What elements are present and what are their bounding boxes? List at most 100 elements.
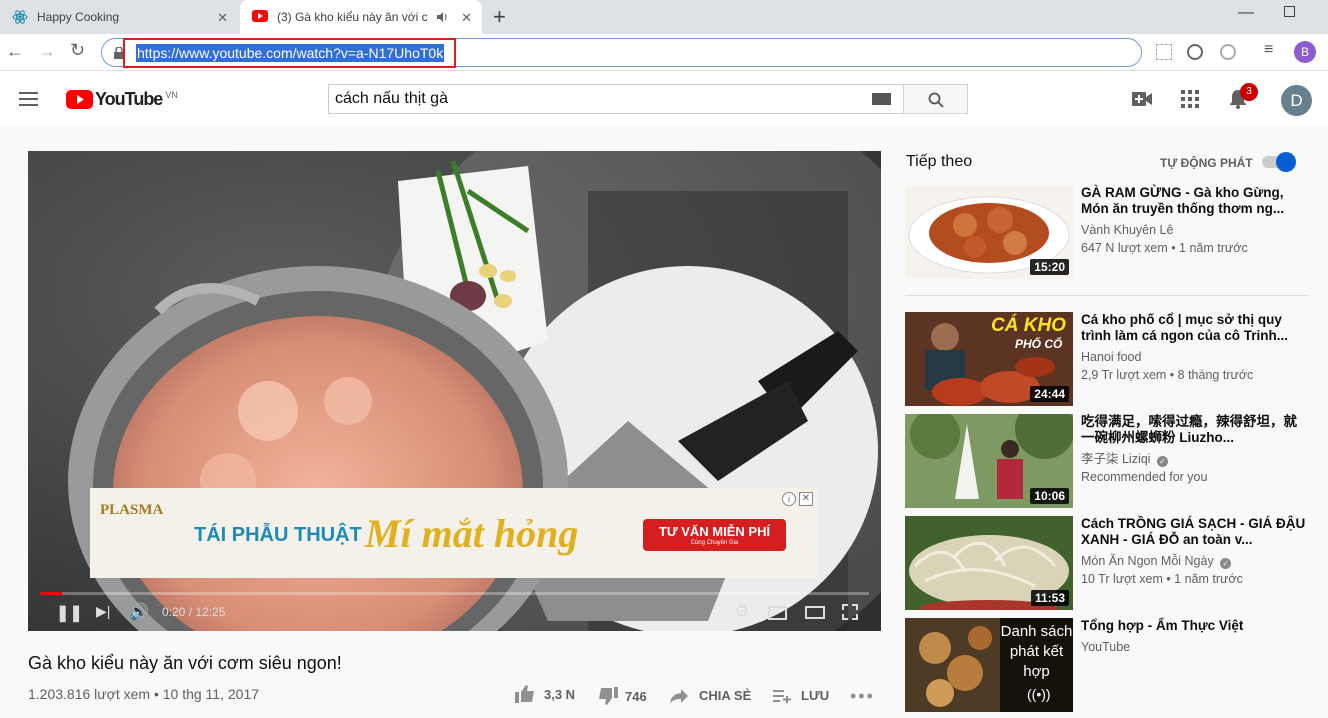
video-thumbnail[interactable]: Danh sách phát kết hợp ((•)) bbox=[905, 618, 1073, 712]
video-duration: 24:44 bbox=[1030, 386, 1069, 402]
search-icon bbox=[928, 92, 944, 108]
verified-badge-icon: ✓ bbox=[1220, 558, 1232, 569]
youtube-favicon-icon bbox=[252, 10, 268, 22]
region-label: VN bbox=[165, 89, 178, 100]
video-stats: 1.203.816 lượt xem • 10 thg 11, 2017 bbox=[28, 686, 260, 702]
audio-playing-icon[interactable] bbox=[436, 11, 448, 23]
add-to-playlist-icon bbox=[773, 689, 791, 703]
more-actions-icon[interactable]: ••• bbox=[850, 686, 875, 707]
share-icon bbox=[670, 688, 688, 703]
recommended-video-1[interactable]: 15:20 GÀ RAM GỪNG - Gà kho Gừng, Món ăn … bbox=[905, 185, 1310, 279]
video-thumbnail[interactable]: 10:06 bbox=[905, 414, 1073, 508]
fullscreen-icon[interactable] bbox=[842, 604, 858, 620]
share-button[interactable]: CHIA SẺ bbox=[670, 688, 751, 703]
logo-text: YouTube bbox=[95, 89, 163, 109]
ad-cta-button[interactable]: TƯ VẤN MIỄN PHÍ Cùng Chuyên Gia bbox=[643, 519, 786, 551]
channel-row: Món Ăn Ngon Mỗi Ngày ✓ bbox=[1081, 552, 1306, 570]
restore-button[interactable] bbox=[1284, 6, 1295, 17]
autoplay-label: TỰ ĐỘNG PHÁT bbox=[1160, 156, 1253, 170]
menu-icon[interactable] bbox=[19, 92, 38, 106]
video-info: Tổng hợp - Ẩm Thực Việt YouTube bbox=[1081, 618, 1306, 656]
recommended-video-2[interactable]: CÁ KHO PHỐ CỔ 24:44 Cá kho phố cổ | mục … bbox=[905, 312, 1310, 406]
dislike-button[interactable]: 746 bbox=[598, 687, 647, 705]
mix-radio-icon: ((•)) bbox=[1027, 686, 1051, 702]
timer-icon[interactable] bbox=[1220, 44, 1236, 60]
theater-mode-icon[interactable] bbox=[805, 606, 825, 619]
reload-button[interactable]: ↻ bbox=[70, 40, 85, 61]
save-button[interactable]: LƯU bbox=[773, 688, 829, 703]
autoplay-toggle[interactable] bbox=[1262, 152, 1296, 172]
ad-info-icon[interactable]: i bbox=[782, 492, 796, 506]
ad-close-icon[interactable]: ✕ bbox=[799, 492, 813, 506]
profile-avatar[interactable]: B bbox=[1294, 41, 1316, 63]
keyboard-icon[interactable] bbox=[872, 93, 891, 105]
channel-name: YouTube bbox=[1081, 640, 1131, 654]
share-label: CHIA SẺ bbox=[699, 688, 752, 703]
ad-script-text: Mí mắt hỏng bbox=[365, 511, 579, 556]
close-tab-icon[interactable]: ✕ bbox=[461, 10, 472, 26]
dislike-count: 746 bbox=[625, 688, 647, 704]
progress-fill bbox=[40, 592, 63, 595]
channel-name: Hanoi food bbox=[1081, 350, 1142, 364]
tab-youtube[interactable]: (3) Gà kho kiểu này ăn với cơm ✕ bbox=[240, 0, 482, 34]
search-button[interactable] bbox=[903, 84, 968, 114]
next-icon[interactable]: ▶| bbox=[96, 603, 110, 620]
youtube-logo[interactable]: YouTube VN bbox=[66, 89, 178, 110]
create-video-icon[interactable] bbox=[1132, 92, 1152, 106]
tab-happy-cooking[interactable]: Happy Cooking ✕ bbox=[0, 0, 238, 34]
recommended-video-4[interactable]: 11:53 Cách TRỒNG GIÁ SẠCH - GIÁ ĐẬU XANH… bbox=[905, 516, 1310, 610]
verified-badge-icon: ✓ bbox=[1156, 456, 1168, 467]
notification-count-badge: 3 bbox=[1240, 83, 1258, 101]
ad-banner[interactable]: PLASMA TÁI PHẪU THUẬT Mí mắt hỏng TƯ VẤN… bbox=[90, 488, 818, 578]
video-thumbnail[interactable]: 15:20 bbox=[905, 185, 1073, 279]
ad-cta-sub: Cùng Chuyên Gia bbox=[690, 540, 739, 546]
save-label: LƯU bbox=[801, 688, 830, 703]
video-info: 吃得满足，嗦得过瘾，辣得舒坦，就一碗柳州螺蛳粉 Liuzho... 李子柒 Li… bbox=[1081, 414, 1306, 486]
forward-button[interactable]: → bbox=[38, 41, 56, 62]
video-thumbnail[interactable]: CÁ KHO PHỐ CỔ 24:44 bbox=[905, 312, 1073, 406]
playlist-label: Danh sách phát kết hợp bbox=[1000, 623, 1073, 680]
ad-cta-label: TƯ VẤN MIỄN PHÍ bbox=[658, 524, 771, 539]
tab-title: Happy Cooking bbox=[37, 10, 120, 24]
ad-brand: PLASMA bbox=[100, 502, 164, 518]
extension-icon[interactable] bbox=[1156, 44, 1172, 60]
like-button[interactable]: 3,3 N bbox=[515, 685, 575, 703]
video-meta: 647 N lượt xem • 1 năm trước bbox=[1081, 241, 1248, 255]
settings-gear-icon[interactable]: ⚙ bbox=[734, 602, 749, 622]
media-queue-icon[interactable]: ≡ bbox=[1264, 41, 1273, 59]
video-info: Cách TRỒNG GIÁ SẠCH - GIÁ ĐẬU XANH - GIÁ… bbox=[1081, 516, 1306, 588]
video-meta: 10 Tr lượt xem • 1 năm trước bbox=[1081, 572, 1243, 586]
video-thumbnail[interactable]: 11:53 bbox=[905, 516, 1073, 610]
minimize-button[interactable]: — bbox=[1238, 4, 1254, 22]
thumbnail-subtext: PHỐ CỔ bbox=[1015, 337, 1063, 351]
new-tab-button[interactable]: + bbox=[493, 4, 506, 30]
apps-grid-icon[interactable] bbox=[1181, 90, 1199, 108]
playlist-title: Tổng hợp - Ẩm Thực Việt bbox=[1081, 618, 1244, 633]
channel-row: 李子柒 Liziqi ✓ bbox=[1081, 450, 1306, 468]
miniplayer-icon[interactable] bbox=[768, 606, 787, 620]
account-avatar[interactable]: D bbox=[1281, 85, 1312, 116]
recommended-video-3[interactable]: 10:06 吃得满足，嗦得过瘾，辣得舒坦，就一碗柳州螺蛳粉 Liuzho... … bbox=[905, 414, 1310, 508]
volume-icon[interactable]: 🔊 bbox=[129, 602, 149, 622]
recommended-mix-playlist[interactable]: Danh sách phát kết hợp ((•)) Tổng hợp - … bbox=[905, 618, 1310, 712]
youtube-logo-icon bbox=[66, 90, 93, 109]
back-button[interactable]: ← bbox=[6, 41, 24, 62]
video-duration: 10:06 bbox=[1030, 488, 1069, 504]
like-count: 3,3 N bbox=[544, 686, 576, 702]
video-title: Gà kho kiểu này ăn với cơm siêu ngon! bbox=[28, 653, 342, 673]
headphones-icon[interactable] bbox=[1187, 44, 1203, 60]
pause-icon[interactable]: ❚❚ bbox=[56, 603, 83, 623]
video-duration: 15:20 bbox=[1030, 259, 1069, 275]
progress-bar[interactable] bbox=[40, 592, 869, 595]
close-tab-icon[interactable]: ✕ bbox=[217, 10, 228, 26]
video-player[interactable]: PLASMA TÁI PHẪU THUẬT Mí mắt hỏng TƯ VẤN… bbox=[28, 151, 881, 631]
video-title: Cách TRỒNG GIÁ SẠCH - GIÁ ĐẬU XANH - GIÁ… bbox=[1081, 516, 1306, 547]
youtube-header: YouTube VN 3 D bbox=[0, 71, 1328, 127]
search-input[interactable] bbox=[328, 84, 904, 114]
channel-name: 李子柒 Liziqi bbox=[1081, 452, 1151, 466]
browser-tab-bar: Happy Cooking ✕ (3) Gà kho kiểu này ăn v… bbox=[0, 0, 1328, 34]
tab-title: (3) Gà kho kiểu này ăn với cơm bbox=[277, 10, 427, 24]
ad-headline: TÁI PHẪU THUẬT bbox=[194, 524, 362, 546]
video-info: Cá kho phố cổ | mục sở thị quy trình làm… bbox=[1081, 312, 1306, 384]
up-next-heading: Tiếp theo bbox=[906, 153, 973, 170]
